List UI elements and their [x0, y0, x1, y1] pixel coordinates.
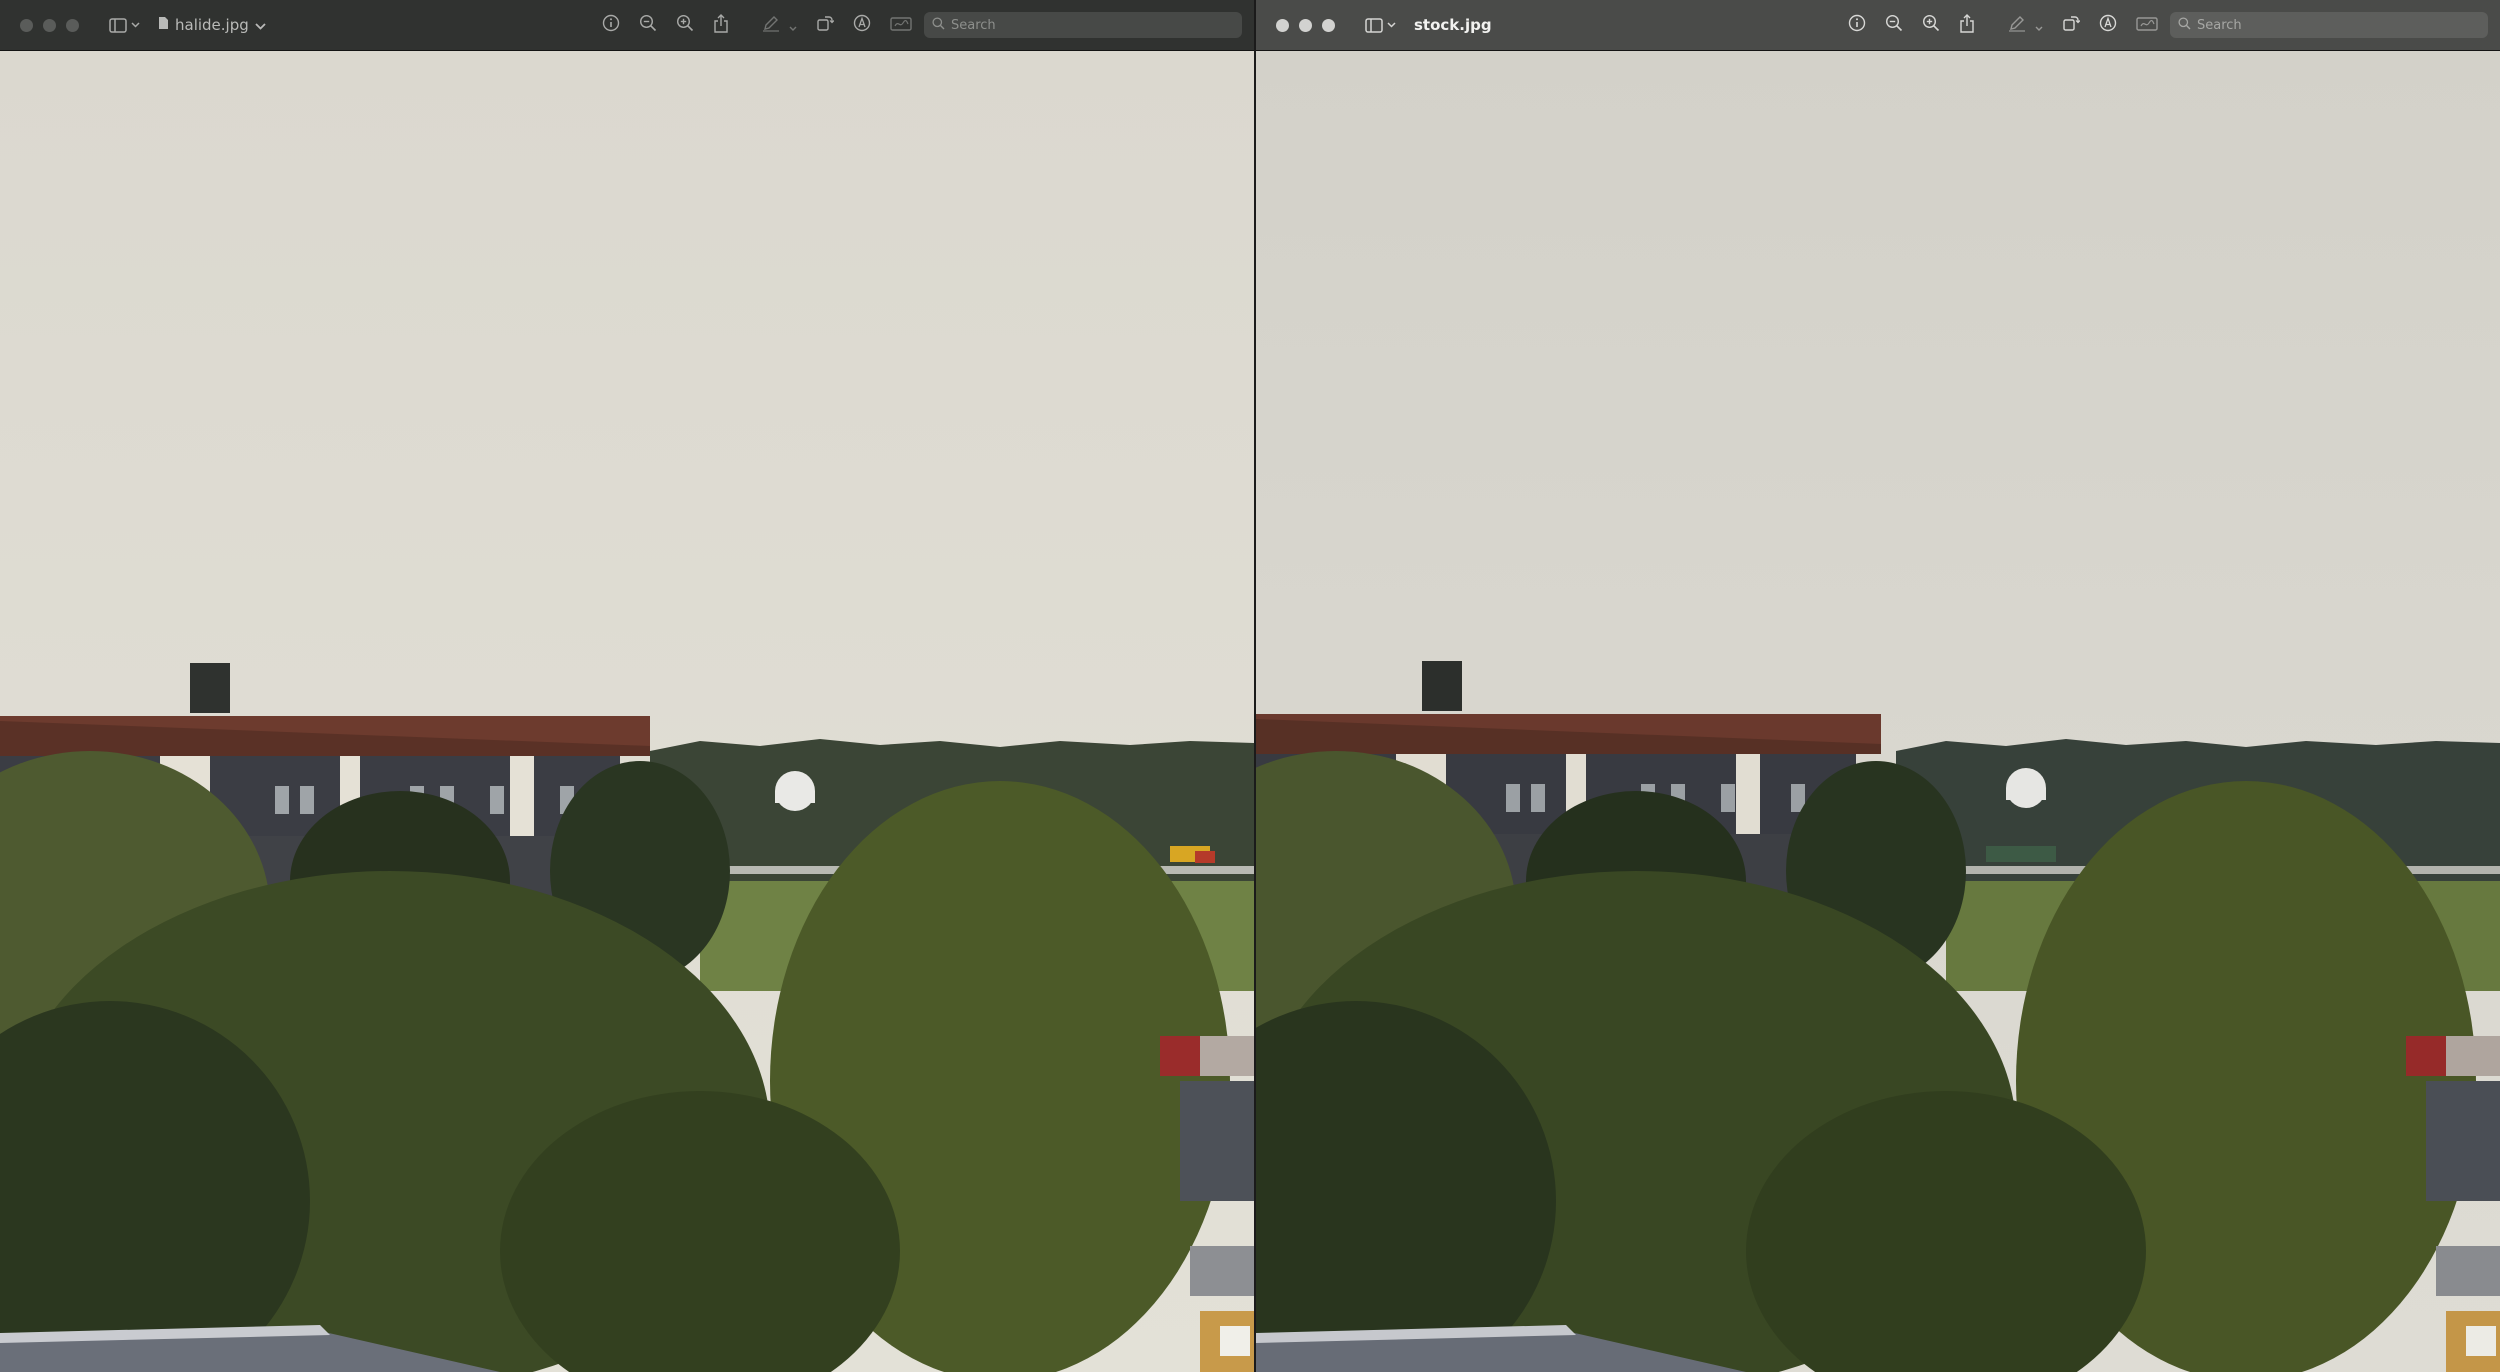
minimize-button[interactable]: [43, 18, 56, 32]
info-icon: [602, 14, 620, 36]
chevron-down-icon: [789, 16, 797, 35]
zoom-in-icon: [1922, 14, 1940, 36]
markup-circle-icon: [853, 14, 871, 36]
search-placeholder: Search: [2197, 17, 2242, 33]
chevron-down-icon: [1387, 22, 1396, 28]
document-title: halide.jpg: [175, 16, 249, 34]
zoom-out-button[interactable]: [639, 14, 657, 36]
search-icon: [932, 16, 945, 34]
info-icon: [1848, 14, 1866, 36]
markup-circle-button[interactable]: [853, 14, 871, 36]
share-icon: [713, 13, 729, 37]
document-title: stock.jpg: [1414, 16, 1492, 34]
toolbar-tools: [1848, 13, 2158, 37]
minimize-button[interactable]: [1299, 18, 1312, 32]
markup-options-button[interactable]: [789, 16, 797, 35]
title-bar: halide.jpg Search: [0, 0, 1254, 51]
share-button[interactable]: [1959, 13, 1975, 37]
markup-circle-icon: [2099, 14, 2117, 36]
signature-button[interactable]: [890, 15, 912, 35]
traffic-lights: [1276, 18, 1335, 32]
info-button[interactable]: [602, 14, 620, 36]
markup-pen-button[interactable]: [2008, 14, 2026, 36]
signature-button[interactable]: [2136, 15, 2158, 35]
document-icon: [158, 16, 169, 34]
sidebar-icon: [1365, 17, 1383, 33]
zoom-out-icon: [639, 14, 657, 36]
close-button[interactable]: [20, 18, 33, 32]
rotate-icon: [816, 14, 835, 36]
search-icon: [2178, 16, 2191, 34]
zoom-out-button[interactable]: [1885, 14, 1903, 36]
search-field[interactable]: Search: [924, 12, 1242, 38]
close-button[interactable]: [1276, 18, 1289, 32]
markup-options-button[interactable]: [2035, 16, 2043, 35]
zoom-in-button[interactable]: [1922, 14, 1940, 36]
zoom-button[interactable]: [1322, 18, 1335, 32]
document-title-menu[interactable]: halide.jpg: [158, 16, 266, 34]
document-title-menu[interactable]: stock.jpg: [1414, 16, 1492, 34]
markup-pen-button[interactable]: [762, 14, 780, 36]
rotate-button[interactable]: [2062, 14, 2081, 36]
sidebar-toggle-button[interactable]: [109, 17, 140, 33]
sidebar-icon: [109, 17, 127, 33]
search-placeholder: Search: [951, 17, 996, 33]
sidebar-toggle-button[interactable]: [1365, 17, 1396, 33]
zoom-button[interactable]: [66, 18, 79, 32]
landscape-photo: [1256, 51, 2500, 1372]
info-button[interactable]: [1848, 14, 1866, 36]
photo-canvas: [0, 51, 1254, 1372]
signature-icon: [2136, 15, 2158, 35]
share-button[interactable]: [713, 13, 729, 37]
preview-window-stock: stock.jpg Search: [1256, 0, 2500, 1372]
rotate-icon: [2062, 14, 2081, 36]
zoom-in-icon: [676, 14, 694, 36]
preview-window-halide: halide.jpg Search: [0, 0, 1254, 1372]
rotate-button[interactable]: [816, 14, 835, 36]
toolbar-tools: [602, 13, 912, 37]
markup-pen-icon: [2008, 14, 2026, 36]
photo-canvas: [1256, 51, 2500, 1372]
traffic-lights: [20, 18, 79, 32]
markup-circle-button[interactable]: [2099, 14, 2117, 36]
chevron-down-icon: [255, 16, 266, 34]
zoom-in-button[interactable]: [676, 14, 694, 36]
markup-pen-icon: [762, 14, 780, 36]
chevron-down-icon: [131, 22, 140, 28]
title-bar: stock.jpg Search: [1256, 0, 2500, 51]
chevron-down-icon: [2035, 16, 2043, 35]
zoom-out-icon: [1885, 14, 1903, 36]
share-icon: [1959, 13, 1975, 37]
signature-icon: [890, 15, 912, 35]
landscape-photo: [0, 51, 1254, 1372]
search-field[interactable]: Search: [2170, 12, 2488, 38]
